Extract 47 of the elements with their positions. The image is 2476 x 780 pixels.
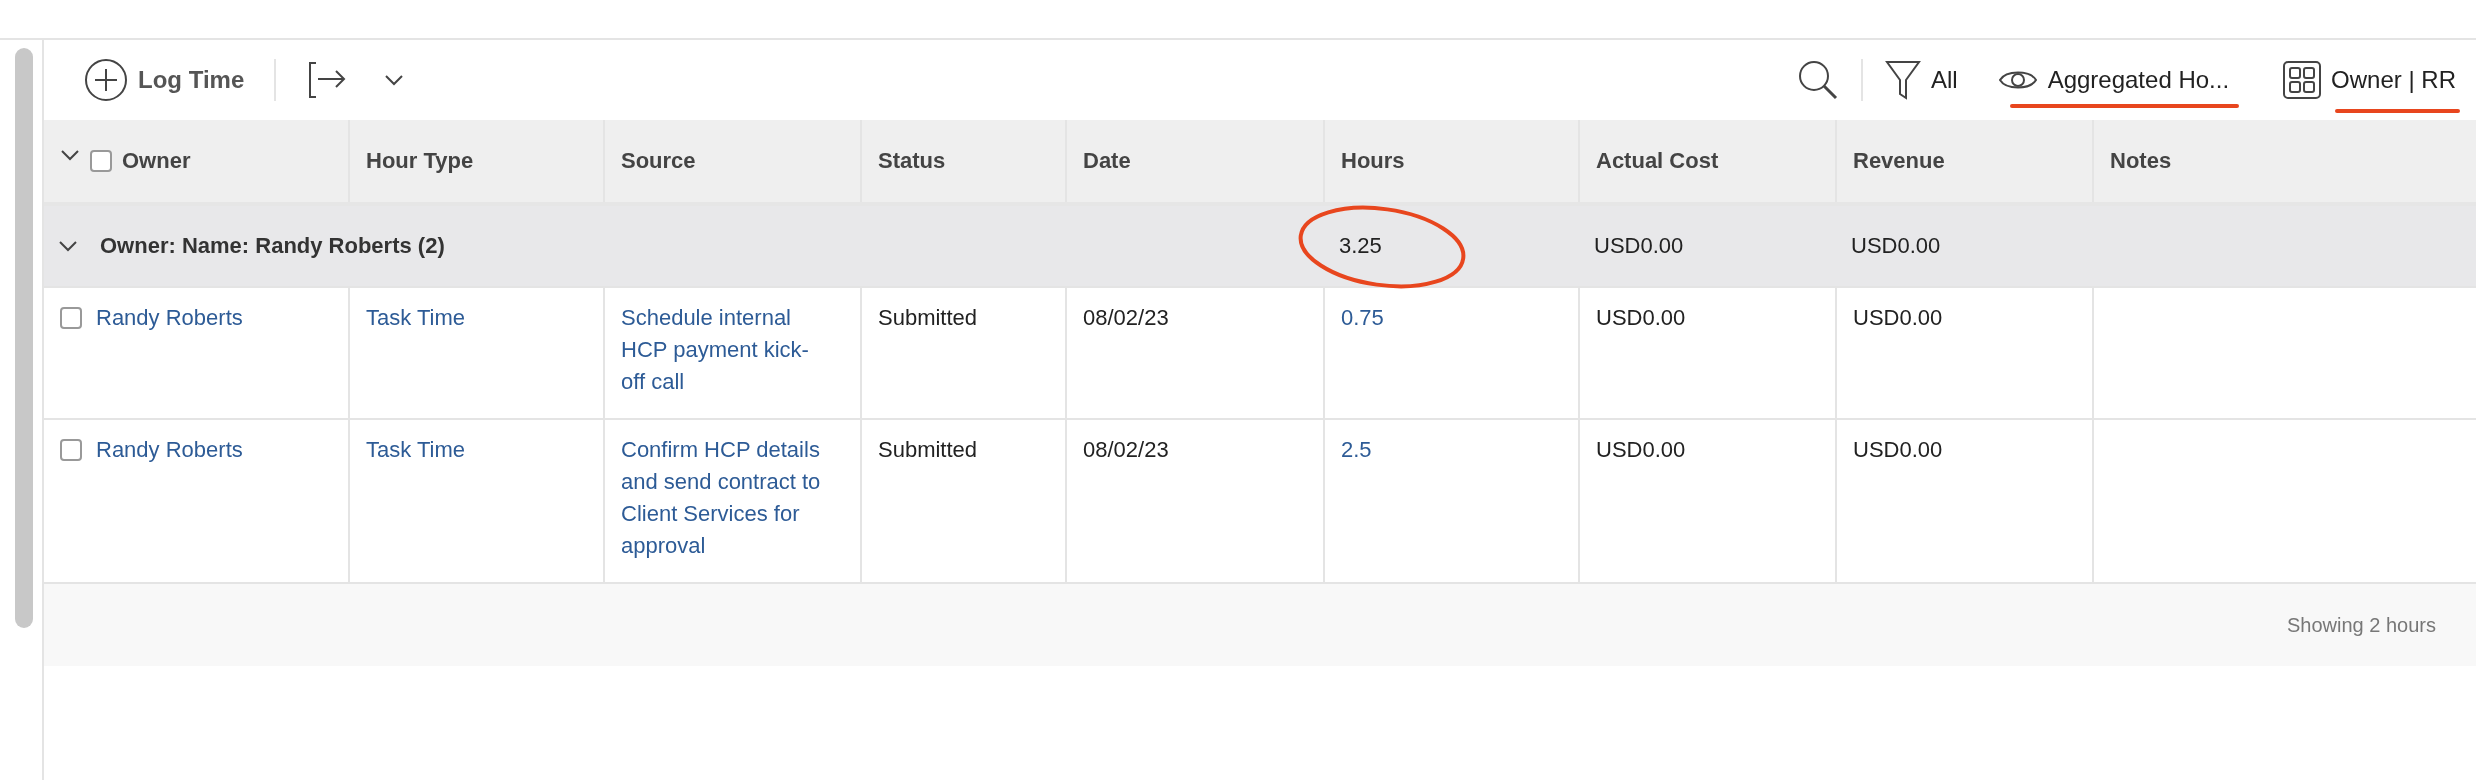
select-all-checkbox[interactable] xyxy=(90,150,112,172)
chevron-icon xyxy=(58,240,78,252)
view-button[interactable]: Aggregated Ho... xyxy=(1997,66,2230,94)
export-button[interactable] xyxy=(306,59,405,101)
hour-type-link[interactable]: Task Time xyxy=(366,434,466,466)
owner-link[interactable]: Randy Roberts xyxy=(96,434,243,466)
group-total: 3.25 xyxy=(1323,233,1578,259)
log-time-button[interactable]: Log Time xyxy=(84,58,245,102)
grid-icon xyxy=(2283,61,2322,99)
search-icon xyxy=(1796,59,1839,101)
column-header: Revenue xyxy=(1853,148,1945,174)
column-header: Status xyxy=(878,148,946,174)
table-cell-text: USD0.00 xyxy=(1853,304,1943,332)
group-total: USD0.00 xyxy=(1850,233,1942,259)
hours-link[interactable]: 2.5 xyxy=(1341,434,1372,466)
owner-link[interactable]: Randy Roberts xyxy=(96,302,243,334)
filter-button[interactable]: All xyxy=(1884,58,1958,102)
row-checkbox[interactable] xyxy=(60,439,82,461)
table-cell-text: USD0.00 xyxy=(1853,436,1943,464)
source-link[interactable]: Schedule internal HCP payment kick-off call xyxy=(621,302,830,398)
table-cell-text: USD0.00 xyxy=(1596,304,1686,332)
plus-circle-icon xyxy=(84,58,128,102)
hours-link[interactable]: 0.75 xyxy=(1341,302,1384,334)
grouping-button[interactable]: Owner | RR xyxy=(2283,61,2456,99)
group-total: USD0.00 xyxy=(1593,233,1685,259)
column-header: Hour Type xyxy=(366,148,474,174)
table-cell-text: 08/02/23 xyxy=(1083,436,1169,464)
column-header: Hours xyxy=(1341,148,1405,174)
search-button[interactable] xyxy=(1796,59,1839,101)
hour-type-link[interactable]: Task Time xyxy=(366,302,466,334)
table-cell-text: 08/02/23 xyxy=(1083,304,1169,332)
table-cell-text: Submitted xyxy=(878,436,978,464)
table-cell-text: USD0.00 xyxy=(1596,436,1686,464)
table-cell-text: Submitted xyxy=(878,304,978,332)
column-header: Owner xyxy=(122,148,191,174)
column-header: Actual Cost xyxy=(1596,148,1719,174)
filter-icon xyxy=(1884,58,1921,102)
group-header[interactable]: Owner: Name: Randy Roberts (2) xyxy=(44,232,1323,260)
chevron-down-icon xyxy=(384,74,405,86)
row-checkbox[interactable] xyxy=(60,307,82,329)
column-header: Date xyxy=(1083,148,1131,174)
column-header: Source xyxy=(621,148,696,174)
source-link[interactable]: Confirm HCP details and send contract to Client Services for approval xyxy=(621,434,830,562)
column-header: Notes xyxy=(2110,148,2172,174)
footer-count: Showing 2 hours xyxy=(2287,613,2436,637)
scrollbar-thumb[interactable] xyxy=(15,48,33,628)
chevron-down-icon xyxy=(60,149,80,161)
